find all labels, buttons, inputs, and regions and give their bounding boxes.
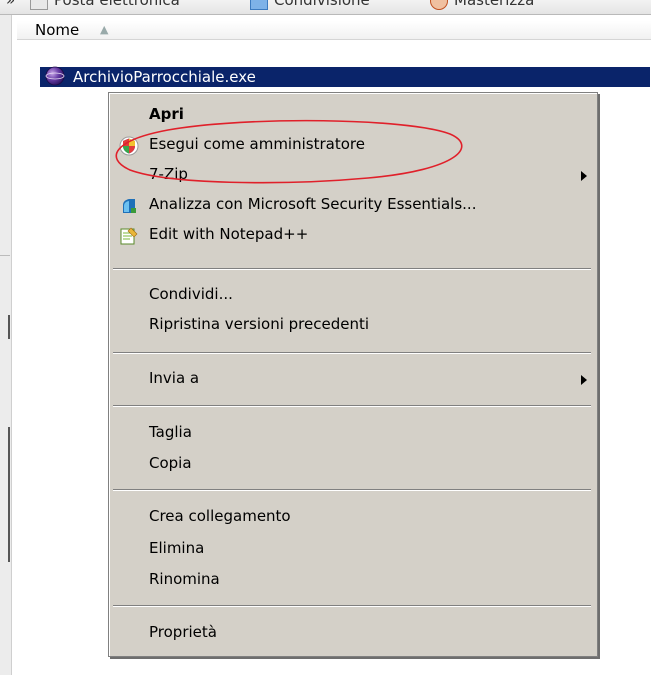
menu-item-rinomina[interactable]: Rinomina [109, 566, 597, 596]
menu-item-label: Taglia [149, 423, 192, 441]
menu-item-elimina[interactable]: Elimina [109, 535, 597, 565]
security-essentials-icon [123, 199, 136, 213]
menu-item-properties[interactable]: Proprietà [109, 619, 597, 649]
notepadpp-icon [120, 227, 138, 245]
menu-separator [113, 268, 591, 270]
menu-item-label: Proprietà [149, 623, 217, 641]
menu-item-label: Invia a [149, 369, 200, 387]
exe-file-icon [45, 66, 65, 86]
menu-item-security-essentials[interactable]: Analizza con Microsoft Security Essentia… [109, 191, 597, 221]
context-menu: Apri Esegui come amministratore 7-Zip An… [108, 92, 598, 657]
navigation-pane [0, 15, 12, 675]
sort-ascending-icon: ▲ [100, 23, 109, 36]
column-header-label: Nome [35, 21, 80, 39]
toolbar-share-label: Condivisione [274, 0, 370, 9]
menu-item-label: Rinomina [149, 570, 220, 588]
menu-separator [113, 405, 591, 407]
menu-item-label: Condividi... [149, 285, 233, 303]
toolbar: » Posta elettronica Condivisione Masteri… [0, 0, 651, 15]
menu-item-condividi[interactable]: Condividi... [109, 281, 597, 311]
menu-item-label: Elimina [149, 539, 205, 557]
toolbar-burn-button[interactable]: Masterizza [430, 0, 534, 11]
menu-item-copia[interactable]: Copia [109, 450, 597, 480]
burn-disc-icon [430, 0, 448, 10]
menu-item-run-as-admin[interactable]: Esegui come amministratore [109, 131, 597, 161]
menu-separator [113, 605, 591, 607]
menu-item-label: Copia [149, 454, 192, 472]
menu-item-restore-versions[interactable]: Ripristina versioni precedenti [109, 311, 597, 341]
email-icon [30, 0, 48, 10]
column-header-name[interactable]: Nome ▲ [17, 21, 651, 40]
menu-item-label: 7-Zip [149, 165, 188, 183]
menu-item-label: Ripristina versioni precedenti [149, 315, 370, 333]
menu-item-apri[interactable]: Apri [109, 101, 597, 131]
menu-item-send-to[interactable]: Invia a [109, 365, 597, 395]
toolbar-share-button[interactable]: Condivisione [250, 0, 370, 11]
share-icon [250, 0, 268, 10]
toolbar-email-button[interactable]: Posta elettronica [30, 0, 180, 11]
pane-scroll-mark [8, 315, 10, 339]
menu-item-label: Crea collegamento [149, 507, 291, 525]
menu-item-taglia[interactable]: Taglia [109, 419, 597, 449]
menu-item-notepadpp[interactable]: Edit with Notepad++ [109, 221, 597, 251]
menu-item-7zip[interactable]: 7-Zip [109, 161, 597, 191]
toolbar-overflow-label: » [6, 0, 16, 9]
menu-item-label: Analizza con Microsoft Security Essentia… [149, 195, 477, 213]
menu-item-label: Esegui come amministratore [149, 135, 365, 153]
toolbar-email-label: Posta elettronica [54, 0, 180, 9]
pane-divider [0, 255, 10, 256]
uac-shield-icon [119, 136, 139, 156]
menu-item-label: Apri [149, 105, 184, 123]
menu-item-create-shortcut[interactable]: Crea collegamento [109, 503, 597, 533]
pane-scrollbar-thumb[interactable] [8, 427, 10, 562]
submenu-arrow-icon [581, 171, 587, 181]
menu-separator [113, 489, 591, 491]
submenu-arrow-icon [581, 375, 587, 385]
toolbar-burn-label: Masterizza [454, 0, 535, 9]
menu-item-label: Edit with Notepad++ [149, 225, 309, 243]
selected-file-name: ArchivioParrocchiale.exe [73, 68, 256, 86]
toolbar-overflow[interactable]: » [6, 0, 15, 11]
menu-separator [113, 352, 591, 354]
